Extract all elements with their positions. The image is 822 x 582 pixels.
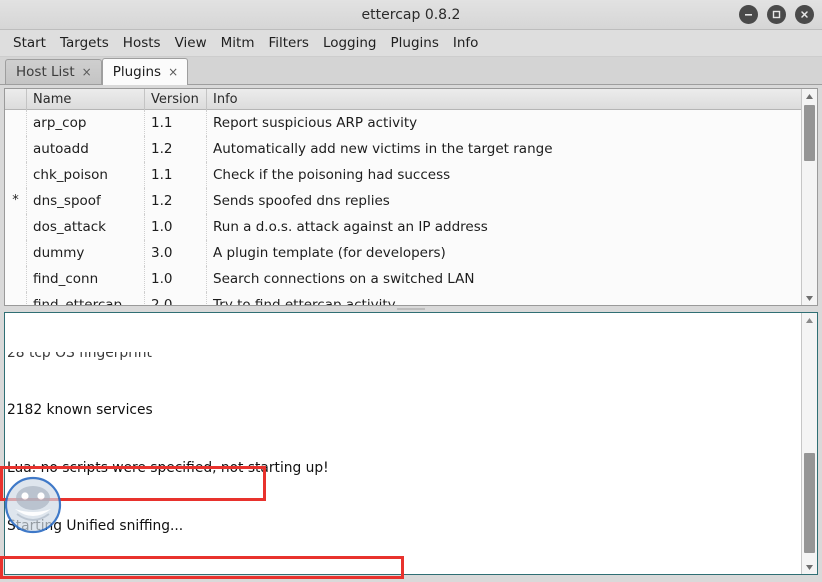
log-line: Starting Unified sniffing... <box>7 517 184 534</box>
row-version: 1.0 <box>145 214 207 240</box>
row-version: 1.1 <box>145 162 207 188</box>
plugin-table-body[interactable]: arp_cop 1.1 Report suspicious ARP activi… <box>5 110 801 305</box>
row-name: find_conn <box>27 266 145 292</box>
row-info: A plugin template (for developers) <box>213 245 446 261</box>
row-name: find_ettercap <box>27 292 145 305</box>
ettercap-window: ettercap 0.8.2 Start Targets Hosts View … <box>0 0 822 582</box>
tab-plugins-close-icon[interactable]: × <box>168 66 178 78</box>
menu-item-plugins[interactable]: Plugins <box>384 33 446 53</box>
row-active-marker <box>5 110 27 136</box>
row-info: Sends spoofed dns replies <box>213 193 390 209</box>
row-name: autoadd <box>27 136 145 162</box>
log-scrollbar[interactable] <box>801 313 817 574</box>
scroll-up-arrow-icon[interactable] <box>802 89 817 103</box>
row-active-marker <box>5 214 27 240</box>
row-info: Automatically add new victims in the tar… <box>213 141 553 157</box>
menu-item-view[interactable]: View <box>168 33 214 53</box>
row-name: dns_spoof <box>27 188 145 214</box>
menu-item-mitm[interactable]: Mitm <box>214 33 262 53</box>
window-controls <box>739 0 814 29</box>
menu-item-start[interactable]: Start <box>6 33 53 53</box>
row-name: chk_poison <box>27 162 145 188</box>
row-version: 2.0 <box>145 292 207 305</box>
tab-host-list-close-icon[interactable]: × <box>82 66 92 78</box>
column-header-name[interactable]: Name <box>27 89 145 110</box>
row-info: Try to find ettercap activity <box>213 297 396 305</box>
row-active-marker <box>5 266 27 292</box>
table-row[interactable]: find_conn 1.0 Search connections on a sw… <box>5 266 801 292</box>
maximize-icon <box>772 10 781 19</box>
row-info: Run a d.o.s. attack against an IP addres… <box>213 219 488 235</box>
table-row[interactable]: dos_attack 1.0 Run a d.o.s. attack again… <box>5 214 801 240</box>
column-header-info[interactable]: Info <box>207 89 817 110</box>
minimize-icon <box>745 14 752 16</box>
tab-plugins-label: Plugins <box>112 64 162 80</box>
close-button[interactable] <box>795 5 814 24</box>
table-row[interactable]: find_ettercap 2.0 Try to find ettercap a… <box>5 292 801 305</box>
minimize-button[interactable] <box>739 5 758 24</box>
maximize-button[interactable] <box>767 5 786 24</box>
row-version: 3.0 <box>145 240 207 266</box>
tab-host-list[interactable]: Host List × <box>5 59 102 84</box>
title-bar: ettercap 0.8.2 <box>0 0 822 30</box>
row-info: Search connections on a switched LAN <box>213 271 475 287</box>
log-scroll-thumb[interactable] <box>804 453 815 553</box>
log-output-text[interactable]: 28 tcp OS fingerprint 2182 known service… <box>5 313 801 574</box>
row-name: arp_cop <box>27 110 145 136</box>
plugin-list-panel: Name Version Info arp_cop 1.1 Report sus… <box>4 88 818 306</box>
plugin-table-header: Name Version Info <box>5 89 817 110</box>
row-name: dos_attack <box>27 214 145 240</box>
row-name: dummy <box>27 240 145 266</box>
row-active-marker <box>5 292 27 305</box>
column-header-mark[interactable] <box>5 89 27 110</box>
row-version: 1.1 <box>145 110 207 136</box>
row-info: Report suspicious ARP activity <box>213 115 418 131</box>
menu-item-filters[interactable]: Filters <box>261 33 315 53</box>
menu-item-targets[interactable]: Targets <box>53 33 116 53</box>
tab-plugins[interactable]: Plugins × <box>101 58 189 85</box>
row-active-marker <box>5 240 27 266</box>
row-active-marker <box>5 136 27 162</box>
table-row[interactable]: chk_poison 1.1 Check if the poisoning ha… <box>5 162 801 188</box>
scroll-down-arrow-icon[interactable] <box>802 291 817 305</box>
log-line: Lua: no scripts were specified, not star… <box>7 460 329 477</box>
log-line: 2182 known services <box>7 402 153 419</box>
log-scroll-up-arrow-icon[interactable] <box>802 313 817 327</box>
menu-bar: Start Targets Hosts View Mitm Filters Lo… <box>0 30 822 57</box>
table-row[interactable]: * dns_spoof 1.2 Sends spoofed dns replie… <box>5 188 801 214</box>
window-title: ettercap 0.8.2 <box>361 6 461 23</box>
plugin-list-scrollbar[interactable] <box>801 89 817 305</box>
table-row[interactable]: arp_cop 1.1 Report suspicious ARP activi… <box>5 110 801 136</box>
column-header-version[interactable]: Version <box>145 89 207 110</box>
table-row[interactable]: dummy 3.0 A plugin template (for develop… <box>5 240 801 266</box>
log-output-panel: 28 tcp OS fingerprint 2182 known service… <box>4 312 818 575</box>
row-version: 1.2 <box>145 188 207 214</box>
row-version: 1.0 <box>145 266 207 292</box>
log-scroll-down-arrow-icon[interactable] <box>802 560 817 574</box>
table-row[interactable]: autoadd 1.2 Automatically add new victim… <box>5 136 801 162</box>
row-active-marker: * <box>5 188 27 214</box>
menu-item-hosts[interactable]: Hosts <box>116 33 168 53</box>
tab-strip: Host List × Plugins × <box>0 57 822 85</box>
row-version: 1.2 <box>145 136 207 162</box>
close-icon <box>801 11 808 18</box>
plugin-list-scroll-thumb[interactable] <box>804 105 815 161</box>
menu-item-logging[interactable]: Logging <box>316 33 384 53</box>
row-info: Check if the poisoning had success <box>213 167 451 183</box>
log-line: 28 tcp OS fingerprint <box>7 351 152 361</box>
menu-item-info[interactable]: Info <box>446 33 486 53</box>
row-active-marker <box>5 162 27 188</box>
tab-host-list-label: Host List <box>16 64 75 80</box>
